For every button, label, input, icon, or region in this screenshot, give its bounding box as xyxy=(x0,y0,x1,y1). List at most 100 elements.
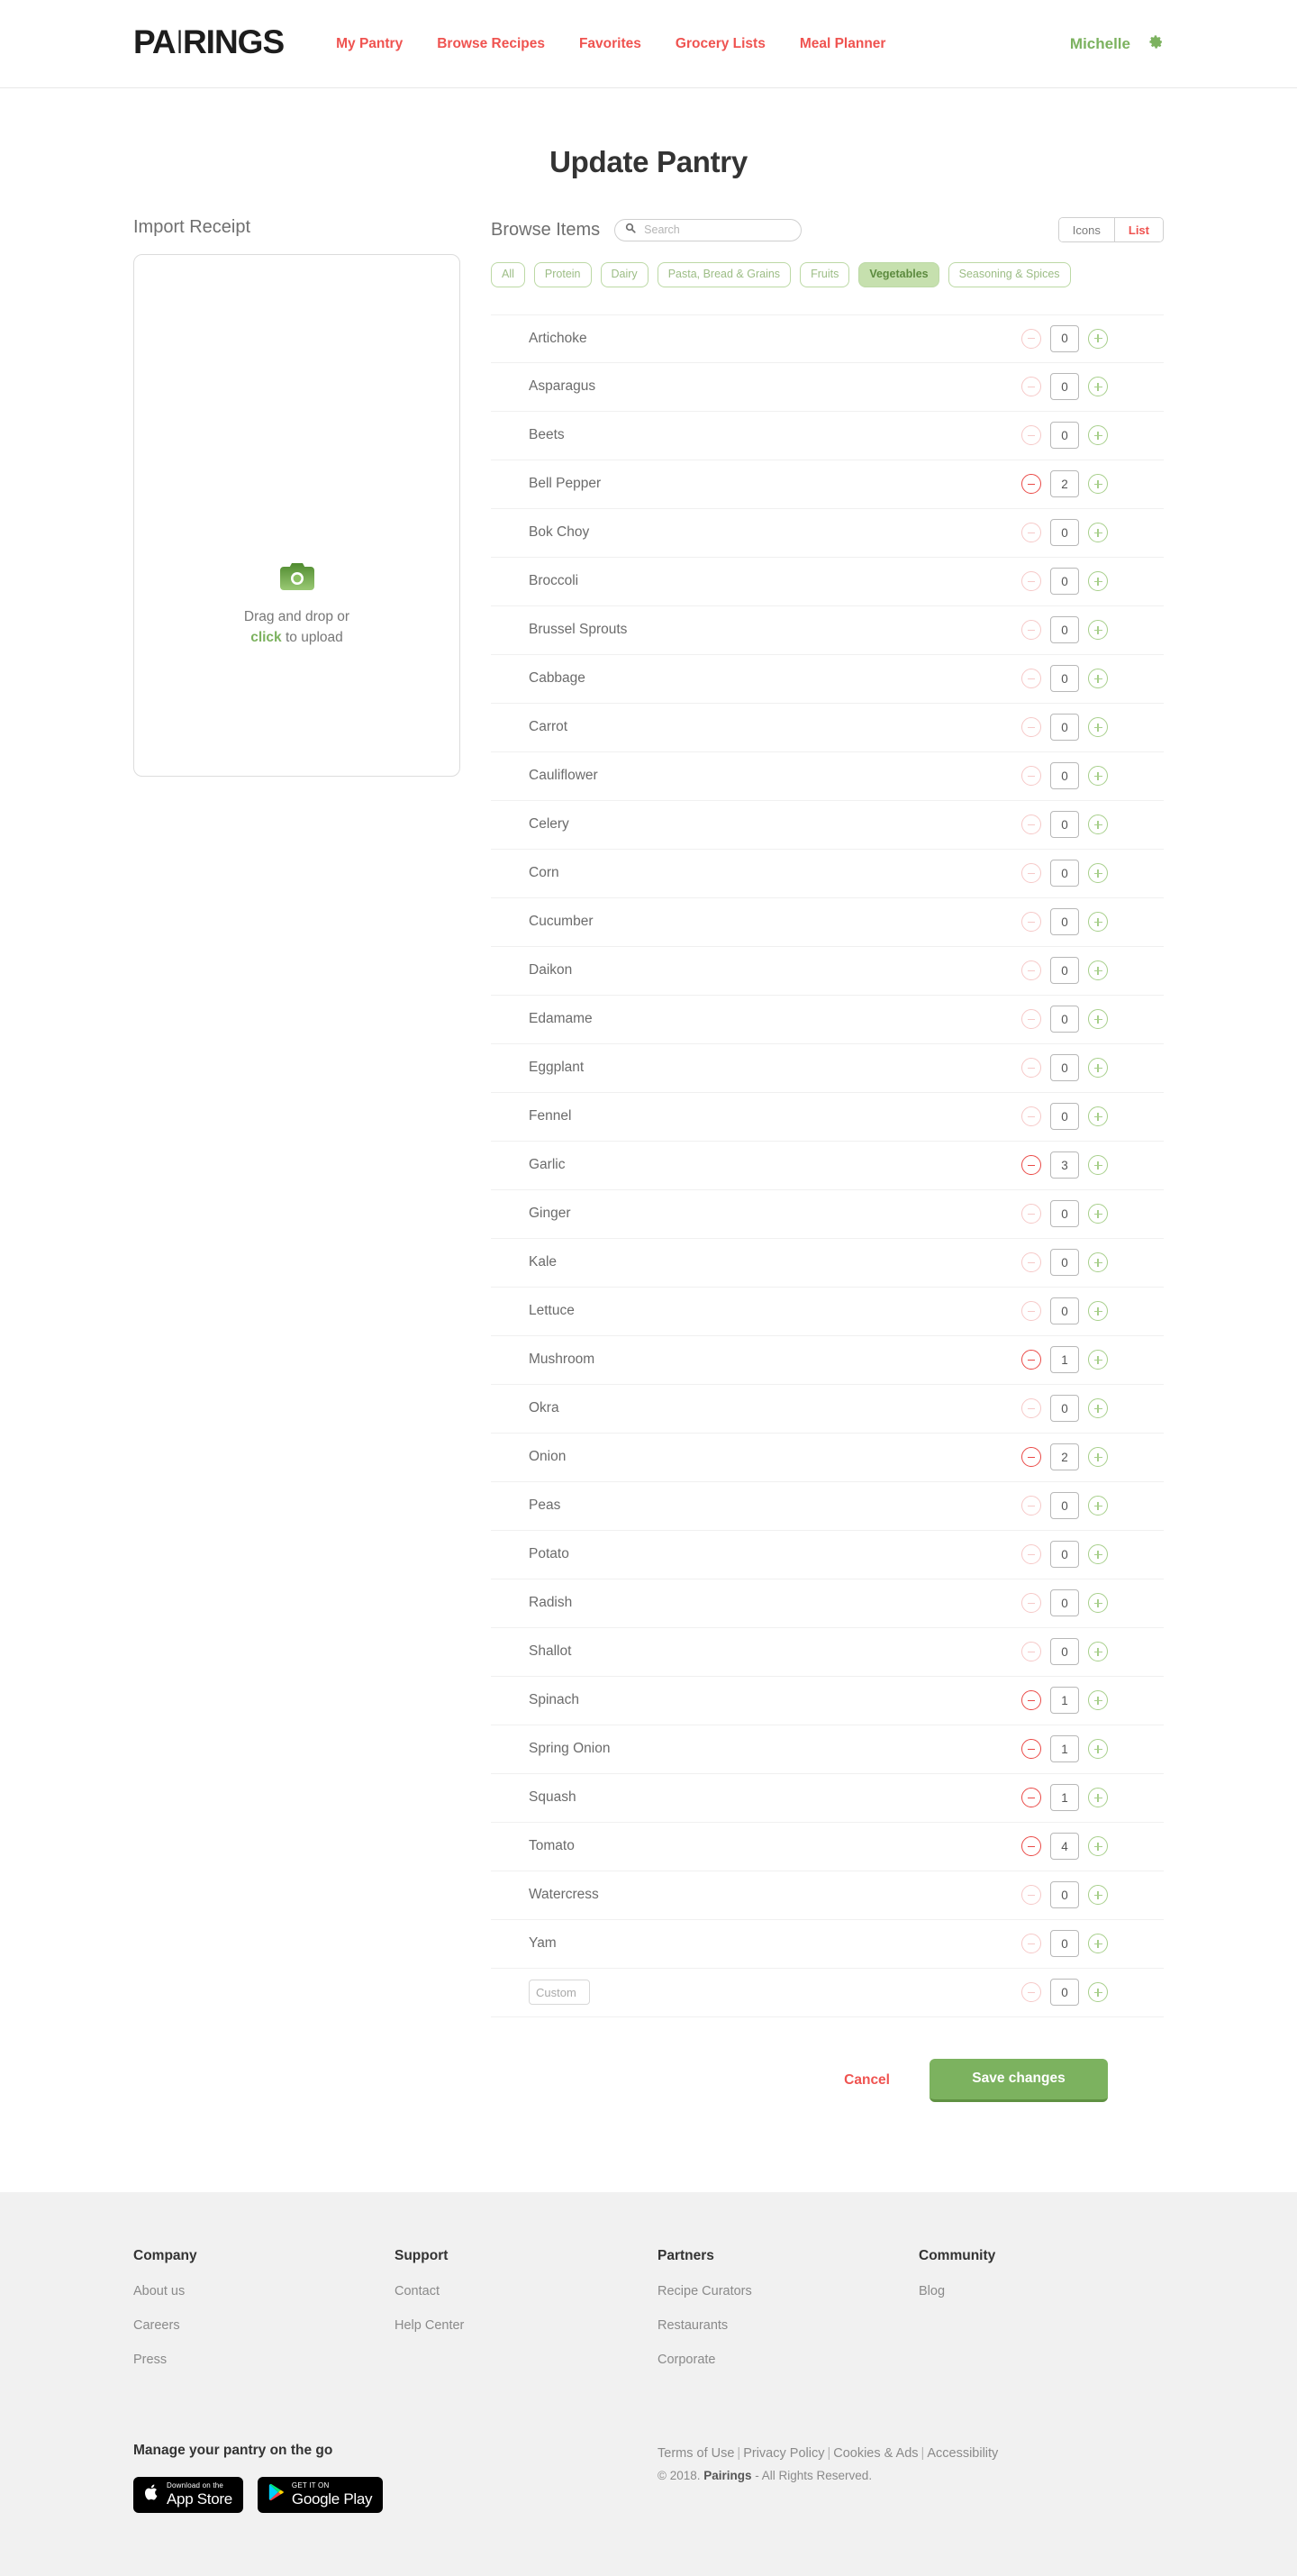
pantry-item-row[interactable]: Fennel xyxy=(491,1093,1164,1142)
footer-link-corporate[interactable]: Corporate xyxy=(658,2353,919,2367)
decrement-button[interactable] xyxy=(1021,1204,1041,1224)
legal-link-cookies-ads[interactable]: Cookies & Ads xyxy=(833,2446,918,2461)
decrement-button[interactable] xyxy=(1021,1739,1041,1760)
custom-item-row[interactable] xyxy=(491,1969,1164,2017)
quantity-input[interactable] xyxy=(1050,1249,1079,1277)
search-input[interactable] xyxy=(642,223,792,237)
pantry-item-row[interactable]: Eggplant xyxy=(491,1044,1164,1093)
increment-button[interactable] xyxy=(1088,815,1108,835)
decrement-button[interactable] xyxy=(1021,1982,1041,2003)
decrement-button[interactable] xyxy=(1021,425,1041,446)
decrement-button[interactable] xyxy=(1021,377,1041,397)
decrement-button[interactable] xyxy=(1021,1788,1041,1808)
increment-button[interactable] xyxy=(1088,1496,1108,1516)
google-play-badge[interactable]: GET IT ON Google Play xyxy=(257,2476,384,2513)
decrement-button[interactable] xyxy=(1021,1155,1041,1176)
quantity-input[interactable] xyxy=(1050,1541,1079,1569)
increment-button[interactable] xyxy=(1088,1398,1108,1419)
increment-button[interactable] xyxy=(1088,1739,1108,1760)
pantry-item-row[interactable]: Yam xyxy=(491,1920,1164,1969)
quantity-input[interactable] xyxy=(1050,324,1079,352)
quantity-input[interactable] xyxy=(1050,519,1079,547)
pantry-item-row[interactable]: Cauliflower xyxy=(491,752,1164,801)
legal-link-privacy-policy[interactable]: Privacy Policy xyxy=(743,2446,824,2461)
quantity-input[interactable] xyxy=(1050,860,1079,887)
pantry-item-row[interactable]: Lettuce xyxy=(491,1288,1164,1336)
view-mode-icons[interactable]: Icons xyxy=(1058,218,1114,241)
quantity-input[interactable] xyxy=(1050,1979,1079,2007)
quantity-input[interactable] xyxy=(1050,1200,1079,1228)
pantry-item-row[interactable]: Okra xyxy=(491,1385,1164,1434)
increment-button[interactable] xyxy=(1088,523,1108,543)
quantity-input[interactable] xyxy=(1050,1054,1079,1082)
quantity-input[interactable] xyxy=(1050,957,1079,985)
quantity-input[interactable] xyxy=(1050,714,1079,742)
increment-button[interactable] xyxy=(1088,1204,1108,1224)
pantry-item-row[interactable]: Asparagus xyxy=(491,363,1164,412)
increment-button[interactable] xyxy=(1088,1058,1108,1079)
pantry-item-row[interactable]: Cabbage xyxy=(491,655,1164,704)
decrement-button[interactable] xyxy=(1021,523,1041,543)
quantity-input[interactable] xyxy=(1050,568,1079,596)
quantity-input[interactable] xyxy=(1050,1443,1079,1471)
quantity-input[interactable] xyxy=(1050,616,1079,644)
decrement-button[interactable] xyxy=(1021,1252,1041,1273)
increment-button[interactable] xyxy=(1088,912,1108,933)
decrement-button[interactable] xyxy=(1021,669,1041,689)
pantry-item-row[interactable]: Tomato xyxy=(491,1823,1164,1871)
pantry-item-row[interactable]: Mushroom xyxy=(491,1336,1164,1385)
increment-button[interactable] xyxy=(1088,1642,1108,1662)
increment-button[interactable] xyxy=(1088,1836,1108,1857)
quantity-input[interactable] xyxy=(1050,422,1079,450)
pantry-item-row[interactable]: Peas xyxy=(491,1482,1164,1531)
footer-link-restaurants[interactable]: Restaurants xyxy=(658,2318,919,2333)
decrement-button[interactable] xyxy=(1021,1642,1041,1662)
app-store-badge[interactable]: Download on the App Store xyxy=(133,2476,243,2513)
quantity-input[interactable] xyxy=(1050,1930,1079,1958)
footer-link-help-center[interactable]: Help Center xyxy=(395,2318,658,2333)
decrement-button[interactable] xyxy=(1021,912,1041,933)
pantry-item-row[interactable]: Cucumber xyxy=(491,898,1164,947)
decrement-button[interactable] xyxy=(1021,815,1041,835)
increment-button[interactable] xyxy=(1088,766,1108,787)
quantity-input[interactable] xyxy=(1050,470,1079,498)
pantry-item-row[interactable]: Bok Choy xyxy=(491,509,1164,558)
footer-link-recipe-curators[interactable]: Recipe Curators xyxy=(658,2284,919,2298)
footer-link-about-us[interactable]: About us xyxy=(133,2284,395,2298)
decrement-button[interactable] xyxy=(1021,620,1041,641)
decrement-button[interactable] xyxy=(1021,1934,1041,1954)
dropzone-click-word[interactable]: click xyxy=(250,630,281,645)
pantry-item-row[interactable]: Corn xyxy=(491,850,1164,898)
increment-button[interactable] xyxy=(1088,1252,1108,1273)
quantity-input[interactable] xyxy=(1050,1735,1079,1763)
pantry-item-row[interactable]: Carrot xyxy=(491,704,1164,752)
chip-dairy[interactable]: Dairy xyxy=(600,262,648,287)
quantity-input[interactable] xyxy=(1050,1638,1079,1666)
chip-protein[interactable]: Protein xyxy=(533,262,592,287)
chip-seasoning-spices[interactable]: Seasoning & Spices xyxy=(948,262,1071,287)
footer-link-blog[interactable]: Blog xyxy=(919,2284,995,2298)
increment-button[interactable] xyxy=(1088,1544,1108,1565)
increment-button[interactable] xyxy=(1088,1350,1108,1370)
pantry-item-row[interactable]: Kale xyxy=(491,1239,1164,1288)
increment-button[interactable] xyxy=(1088,1447,1108,1468)
pantry-item-row[interactable]: Spring Onion xyxy=(491,1725,1164,1774)
increment-button[interactable] xyxy=(1088,863,1108,884)
quantity-input[interactable] xyxy=(1050,1103,1079,1131)
increment-button[interactable] xyxy=(1088,1155,1108,1176)
increment-button[interactable] xyxy=(1088,1982,1108,2003)
legal-link-accessibility[interactable]: Accessibility xyxy=(927,2446,998,2461)
footer-link-contact[interactable]: Contact xyxy=(395,2284,658,2298)
decrement-button[interactable] xyxy=(1021,571,1041,592)
quantity-input[interactable] xyxy=(1050,762,1079,790)
footer-link-press[interactable]: Press xyxy=(133,2353,395,2367)
pantry-item-row[interactable]: Spinach xyxy=(491,1677,1164,1725)
footer-link-careers[interactable]: Careers xyxy=(133,2318,395,2333)
quantity-input[interactable] xyxy=(1050,1151,1079,1179)
chip-vegetables[interactable]: Vegetables xyxy=(858,262,939,287)
quantity-input[interactable] xyxy=(1050,1297,1079,1325)
quantity-input[interactable] xyxy=(1050,908,1079,936)
decrement-button[interactable] xyxy=(1021,1350,1041,1370)
increment-button[interactable] xyxy=(1088,1788,1108,1808)
decrement-button[interactable] xyxy=(1021,1885,1041,1906)
